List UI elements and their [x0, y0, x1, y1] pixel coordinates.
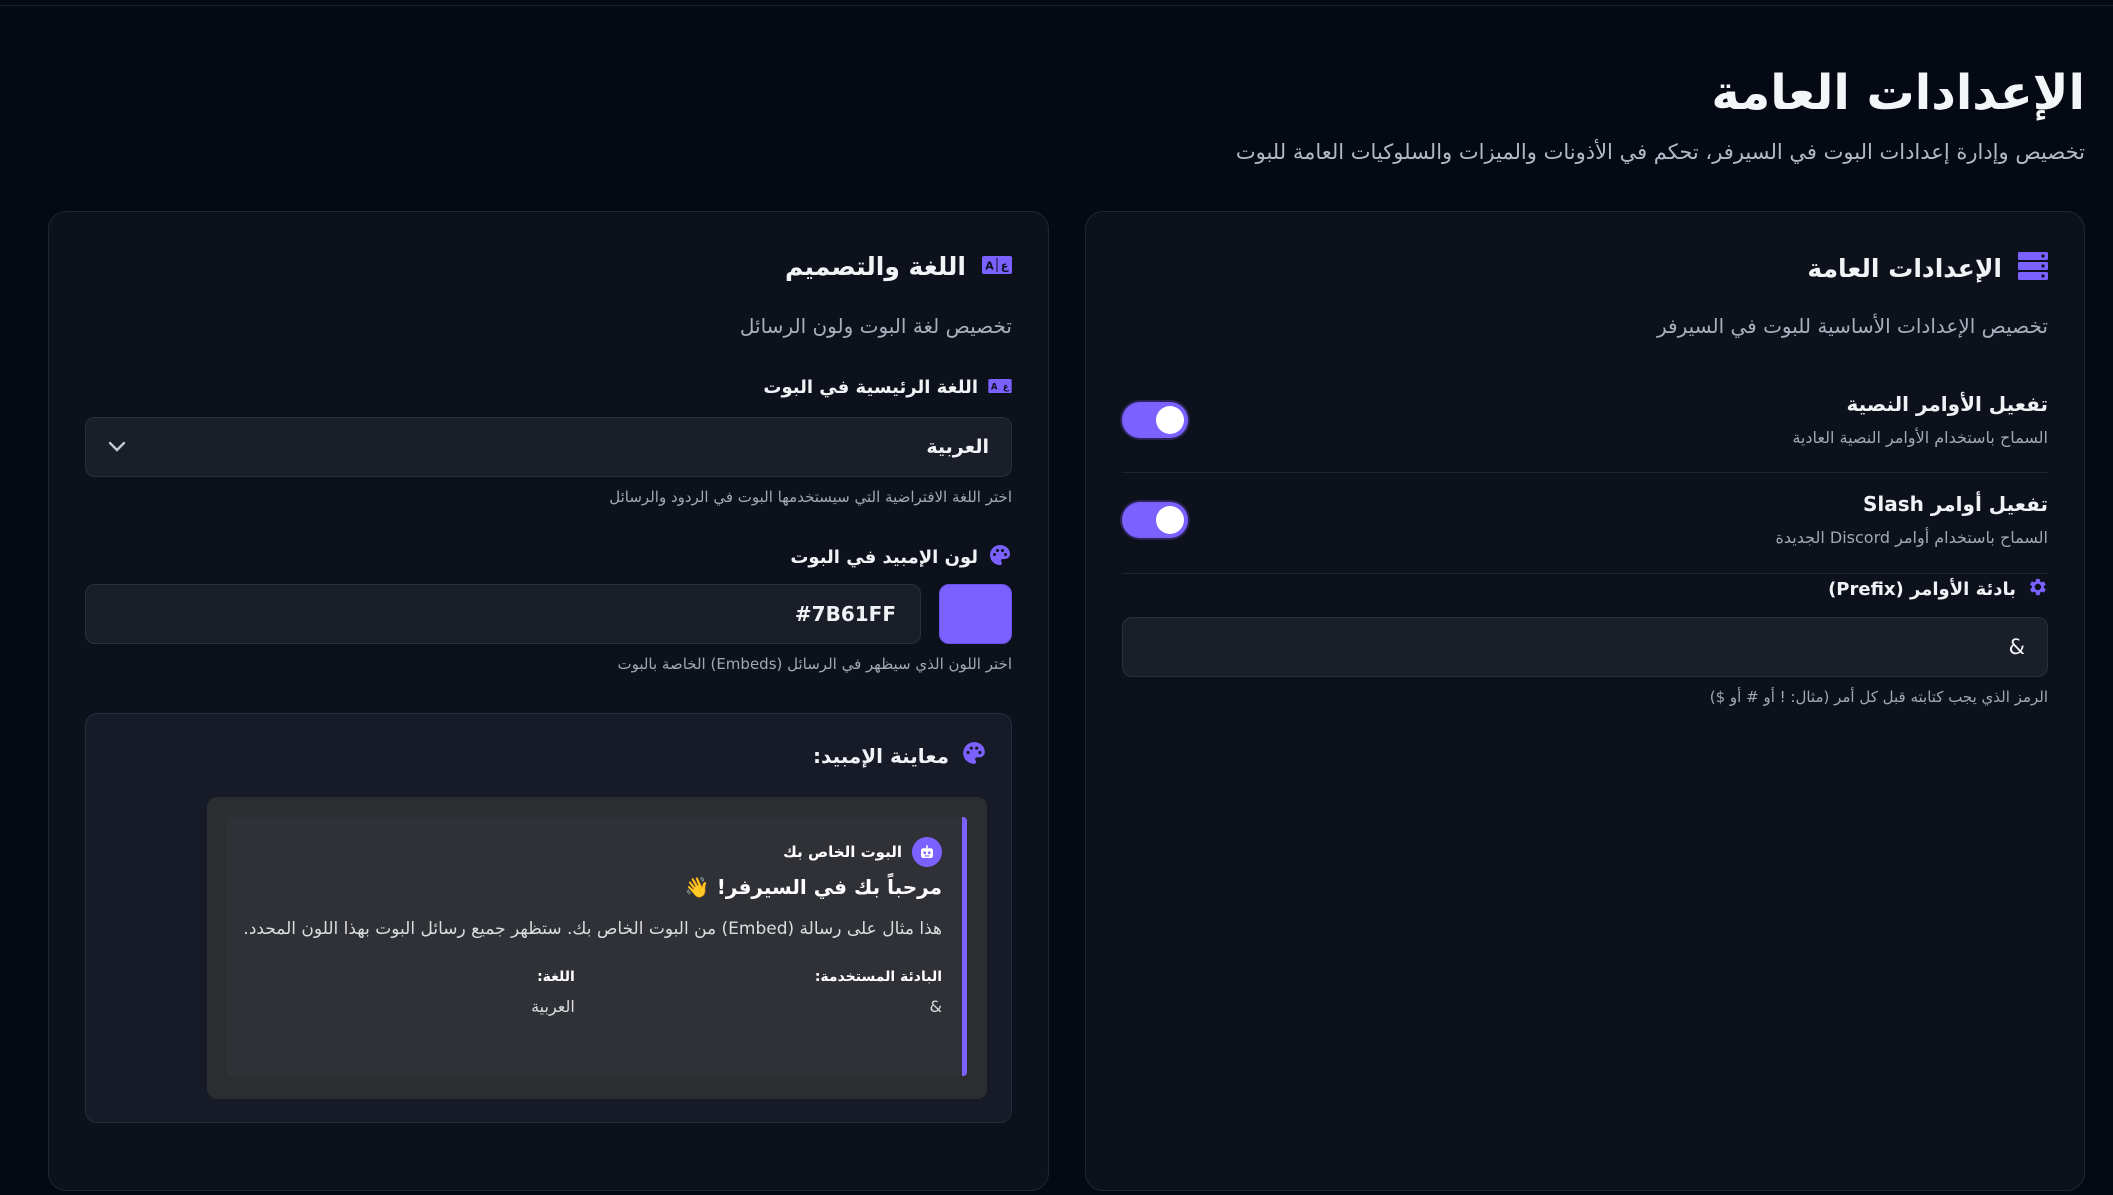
color-swatch[interactable]	[939, 584, 1012, 644]
text-commands-toggle[interactable]	[1122, 401, 1188, 438]
slash-commands-title: تفعيل أوامر Slash	[1862, 492, 2048, 516]
page-title: الإعدادات العامة	[1711, 65, 2085, 121]
robot-icon	[912, 837, 942, 867]
divider	[1122, 472, 2048, 473]
prefix-help: الرمز الذي يجب كتابته قبل كل أمر (مثال: …	[1709, 688, 2048, 706]
embed-author-name: البوت الخاص بك	[783, 843, 902, 861]
text-commands-row: تفعيل الأوامر النصية السماح باستخدام الأ…	[1122, 392, 2048, 447]
translate-icon: A ع	[988, 377, 1012, 398]
chevron-down-icon	[108, 437, 126, 458]
hex-color-input[interactable]: #7B61FF	[85, 584, 921, 644]
language-select[interactable]: العربية	[85, 417, 1012, 477]
field-name: البادئة المستخدمة:	[814, 969, 942, 985]
top-border	[0, 0, 2113, 6]
preview-header: معاينة الإمبيد:	[813, 740, 987, 771]
color-help: اختر اللون الذي سيظهر في الرسائل (Embeds…	[617, 655, 1012, 673]
general-settings-card: الإعدادات العامة تخصيص الإعدادات الأساسي…	[1085, 211, 2085, 1191]
embed-field-prefix: البادئة المستخدمة: &	[815, 969, 942, 1016]
field-value: &	[929, 997, 942, 1016]
embed-field-language: اللغة: العربية	[531, 969, 575, 1016]
card-title: اللغة والتصميم	[784, 252, 966, 281]
card-header: الإعدادات العامة	[1807, 252, 2048, 284]
field-name: اللغة:	[537, 969, 575, 985]
toggle-knob	[1156, 505, 1184, 534]
toggle-knob	[1156, 405, 1184, 434]
slash-commands-row: تفعيل أوامر Slash السماح باستخدام أوامر …	[1122, 492, 2048, 547]
svg-text:ع: ع	[1001, 259, 1009, 272]
page-header: الإعدادات العامة تخصيص وإدارة إعدادات ال…	[385, 62, 2085, 164]
embed-description: هذا مثال على رسالة (Embed) من البوت الخا…	[243, 919, 942, 939]
language-label-text: اللغة الرئيسية في البوت	[763, 377, 978, 398]
card-title: الإعدادات العامة	[1807, 253, 2002, 283]
prefix-input[interactable]: &	[1122, 617, 2048, 677]
page-subtitle: تخصيص وإدارة إعدادات البوت في السيرفر، ت…	[1235, 140, 2085, 164]
embed-title: مرحباً بك في السيرفر! 👋	[684, 875, 942, 899]
translate-icon: A ع	[982, 255, 1012, 278]
svg-text:A: A	[985, 259, 994, 272]
color-picker-row: #7B61FF	[85, 584, 1012, 644]
embed-preview: معاينة الإمبيد: البوت الخاص بك مرحباً بك…	[85, 713, 1012, 1123]
card-subtitle: تخصيص الإعدادات الأساسية للبوت في السيرف…	[1656, 314, 2048, 338]
svg-text:A: A	[991, 383, 998, 393]
color-label-text: لون الإمبيد في البوت	[790, 547, 978, 568]
card-subtitle: تخصيص لغة البوت ولون الرسائل	[739, 314, 1012, 338]
card-header: A ع اللغة والتصميم	[785, 252, 1012, 281]
embed-fields: البادئة المستخدمة: & اللغة: العربية	[531, 969, 942, 1016]
preview-title: معاينة الإمبيد:	[813, 743, 949, 768]
embed-author: البوت الخاص بك	[783, 837, 942, 867]
gear-icon	[2026, 576, 2048, 603]
language-design-card: A ع اللغة والتصميم تخصيص لغة البوت ولون …	[48, 211, 1049, 1191]
text-commands-desc: السماح باستخدام الأوامر النصية العادية	[1792, 428, 2048, 447]
palette-icon	[961, 740, 987, 771]
slash-commands-desc: السماح باستخدام أوامر Discord الجديدة	[1775, 528, 2048, 547]
slash-commands-toggle[interactable]	[1122, 501, 1188, 538]
color-label: لون الإمبيد في البوت	[790, 543, 1012, 572]
prefix-label-text: بادئة الأوامر (Prefix)	[1828, 579, 2016, 600]
divider	[1122, 573, 2048, 574]
discord-message: البوت الخاص بك مرحباً بك في السيرفر! 👋 ه…	[207, 797, 987, 1099]
field-value: العربية	[531, 997, 575, 1016]
prefix-label: بادئة الأوامر (Prefix)	[1828, 576, 2048, 603]
language-help: اختر اللغة الافتراضية التي سيستخدمها الب…	[609, 488, 1012, 506]
palette-icon	[988, 543, 1012, 572]
language-label: A ع اللغة الرئيسية في البوت	[763, 377, 1012, 398]
server-icon	[2018, 252, 2048, 284]
text-commands-title: تفعيل الأوامر النصية	[1846, 392, 2048, 416]
embed-box: البوت الخاص بك مرحباً بك في السيرفر! 👋 ه…	[227, 817, 967, 1076]
language-value: العربية	[926, 436, 989, 458]
